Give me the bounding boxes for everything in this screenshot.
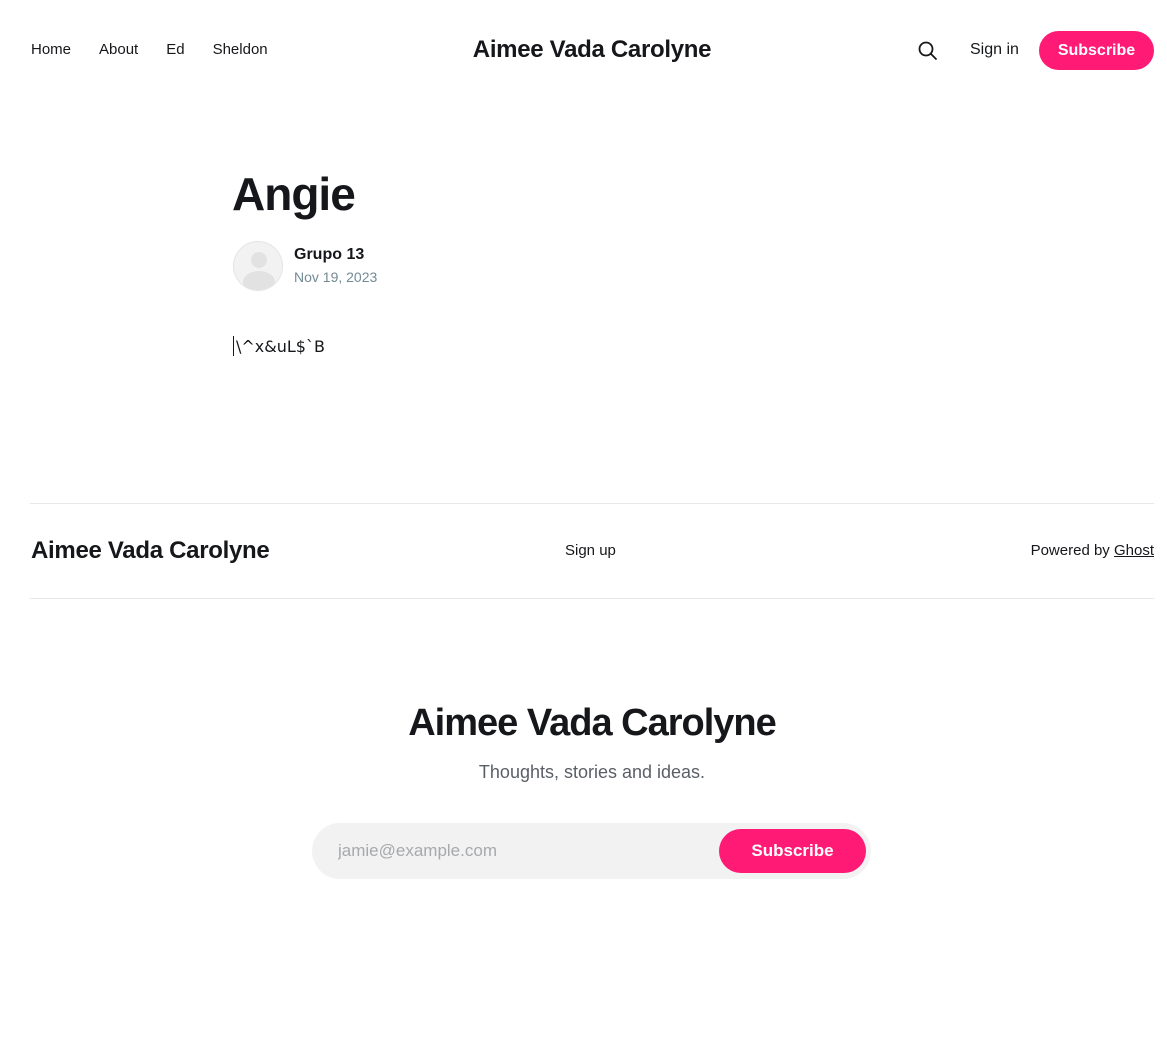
post-content-text: \^x&uL$`B: [236, 337, 325, 356]
footer-divider-top: [30, 503, 1154, 504]
ghost-link[interactable]: Ghost: [1114, 542, 1154, 559]
footer-signup-link[interactable]: Sign up: [565, 541, 616, 561]
subscribe-form: Subscribe: [312, 823, 871, 879]
powered-by-label: Powered by: [1030, 542, 1110, 559]
cta-description: Thoughts, stories and ideas.: [478, 762, 706, 782]
article-title: Angie: [232, 168, 356, 220]
cta-title: Aimee Vada Carolyne: [408, 702, 777, 744]
avatar[interactable]: [233, 241, 283, 291]
search-icon[interactable]: [917, 40, 939, 62]
email-input[interactable]: [338, 823, 708, 879]
cta-subscribe-button[interactable]: Subscribe: [719, 829, 866, 873]
post-content: \^x&uL$`B: [233, 336, 325, 358]
author-name[interactable]: Grupo 13: [294, 245, 364, 265]
footer-divider-bottom: [30, 598, 1154, 599]
powered-by: Powered by Ghost: [1031, 541, 1154, 561]
post-date: Nov 19, 2023: [294, 269, 378, 285]
site-header: Home About Ed Sheldon Aimee Vada Carolyn…: [0, 0, 1167, 100]
header-subscribe-button[interactable]: Subscribe: [1039, 31, 1154, 70]
text-caret: [233, 336, 234, 356]
avatar-placeholder-icon: [243, 252, 275, 290]
signin-link[interactable]: Sign in: [970, 40, 1019, 60]
footer-site-title[interactable]: Aimee Vada Carolyne: [31, 536, 270, 566]
